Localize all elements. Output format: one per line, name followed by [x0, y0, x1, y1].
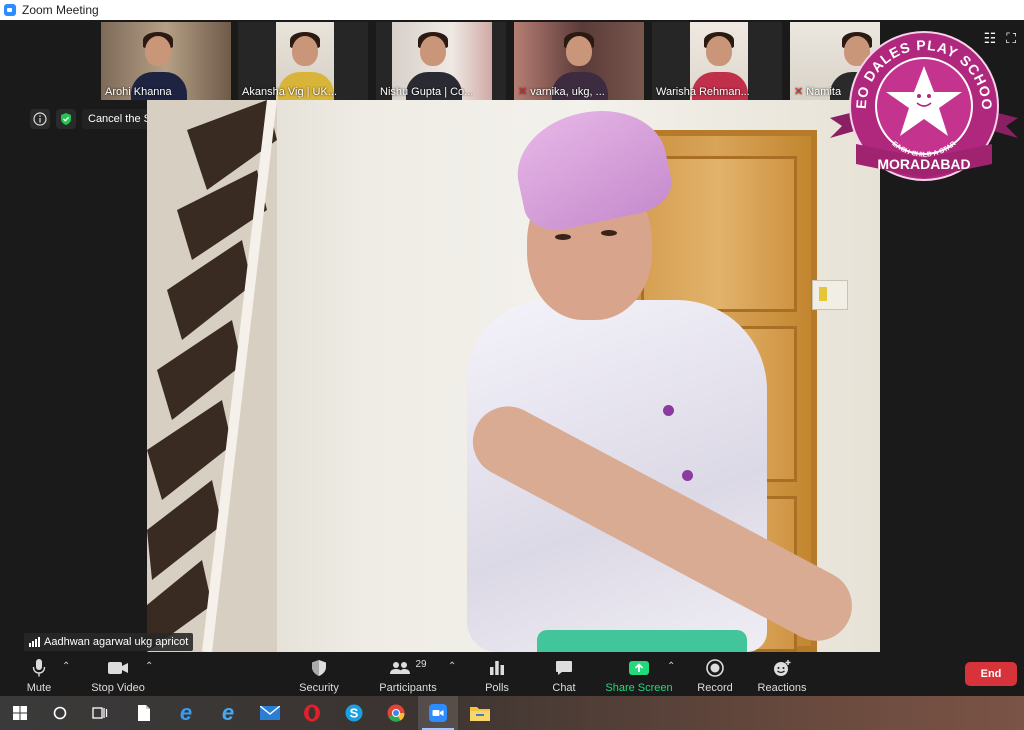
active-speaker-label: Aadhwan agarwal ukg apricot: [24, 633, 194, 651]
participants-button[interactable]: 29 Participants: [378, 653, 438, 696]
end-meeting-button[interactable]: End: [965, 662, 1017, 686]
windows-taskbar: e e S: [0, 696, 1024, 730]
chrome-icon[interactable]: [376, 696, 416, 730]
chat-button[interactable]: Chat: [548, 653, 580, 696]
participant-name: Akansha Vig | UK...: [242, 86, 337, 98]
audio-options-chevron-icon[interactable]: ⌃: [62, 661, 70, 672]
share-screen-button[interactable]: Share Screen: [605, 653, 673, 696]
stop-video-label: Stop Video: [91, 682, 145, 694]
mic-muted-icon: ✕: [794, 86, 804, 98]
security-shield-icon[interactable]: [56, 109, 76, 129]
video-camera-icon: [108, 662, 128, 674]
polls-button[interactable]: Polls: [480, 653, 514, 696]
mute-label: Mute: [26, 682, 52, 694]
participant-tile[interactable]: ✕ varnika, ukg, ...: [514, 22, 644, 100]
svg-text:S: S: [350, 706, 359, 721]
video-options-chevron-icon[interactable]: ⌃: [145, 661, 153, 672]
file-explorer-icon[interactable]: [460, 696, 500, 730]
record-button[interactable]: Record: [696, 653, 734, 696]
window-title: Zoom Meeting: [22, 3, 99, 17]
task-view-icon[interactable]: [80, 696, 120, 730]
connection-strength-icon: [29, 637, 40, 647]
zoom-app-icon: [4, 4, 16, 16]
participant-tile[interactable]: Nishu Gupta | Co...: [376, 22, 506, 100]
participant-name: Nishu Gupta | Co...: [380, 86, 474, 98]
record-label: Record: [697, 682, 733, 694]
shield-icon: [312, 660, 326, 676]
chat-icon: [556, 661, 572, 675]
share-screen-label: Share Screen: [605, 682, 673, 694]
window-title-bar: Zoom Meeting: [0, 0, 1024, 20]
polls-icon: [490, 661, 504, 675]
reactions-button[interactable]: Reactions: [758, 653, 806, 696]
participant-tile[interactable]: Akansha Vig | UK...: [238, 22, 368, 100]
spotlight-video: [147, 100, 880, 652]
school-logo: NEO DALES PLAY SCHOOL EACH CHILD A STAR …: [828, 26, 1018, 181]
child-shorts: [537, 630, 747, 652]
logo-city: MORADABAD: [877, 156, 970, 172]
participant-tile[interactable]: Arohi Khanna: [101, 22, 231, 100]
participant-tile[interactable]: Warisha Rehman...: [652, 22, 782, 100]
opera-icon[interactable]: [292, 696, 332, 730]
mail-icon[interactable]: [250, 696, 290, 730]
participant-name: Warisha Rehman...: [656, 86, 750, 98]
skype-icon[interactable]: S: [334, 696, 374, 730]
mic-muted-icon: ✕: [518, 86, 528, 98]
mute-button[interactable]: Mute: [22, 653, 56, 696]
file-icon[interactable]: [124, 696, 164, 730]
internet-explorer-icon[interactable]: e: [208, 696, 248, 730]
wall-switch: [812, 280, 848, 310]
participants-icon: [390, 662, 411, 674]
polls-label: Polls: [485, 682, 509, 694]
record-icon: [706, 659, 724, 677]
meeting-stage: Arohi Khanna Akansha Vig | UK... Nishu G…: [0, 20, 1024, 653]
share-options-chevron-icon[interactable]: ⌃: [667, 661, 675, 672]
stop-video-button[interactable]: Stop Video: [90, 653, 146, 696]
participant-name: varnika, ukg, ...: [530, 86, 605, 98]
speaker-name: Aadhwan agarwal ukg apricot: [44, 636, 189, 648]
share-screen-icon: [629, 661, 649, 675]
edge-legacy-icon[interactable]: e: [166, 696, 206, 730]
reactions-icon: [774, 660, 791, 676]
participants-count: 29: [415, 658, 427, 670]
participant-name: Arohi Khanna: [105, 86, 172, 98]
security-label: Security: [299, 682, 339, 694]
participants-label: Participants: [379, 682, 437, 694]
reactions-label: Reactions: [757, 682, 807, 694]
chat-label: Chat: [552, 682, 576, 694]
meeting-toolbar: Mute ⌃ Stop Video ⌃ Security 29 Particip…: [0, 653, 1024, 696]
cortana-icon[interactable]: [40, 696, 80, 730]
info-icon[interactable]: [30, 109, 50, 129]
security-button[interactable]: Security: [296, 653, 342, 696]
zoom-icon[interactable]: [418, 696, 458, 730]
windows-start-icon[interactable]: [0, 696, 40, 730]
participants-options-chevron-icon[interactable]: ⌃: [448, 661, 456, 672]
microphone-icon: [32, 659, 46, 677]
staircase-railing: [147, 100, 277, 652]
